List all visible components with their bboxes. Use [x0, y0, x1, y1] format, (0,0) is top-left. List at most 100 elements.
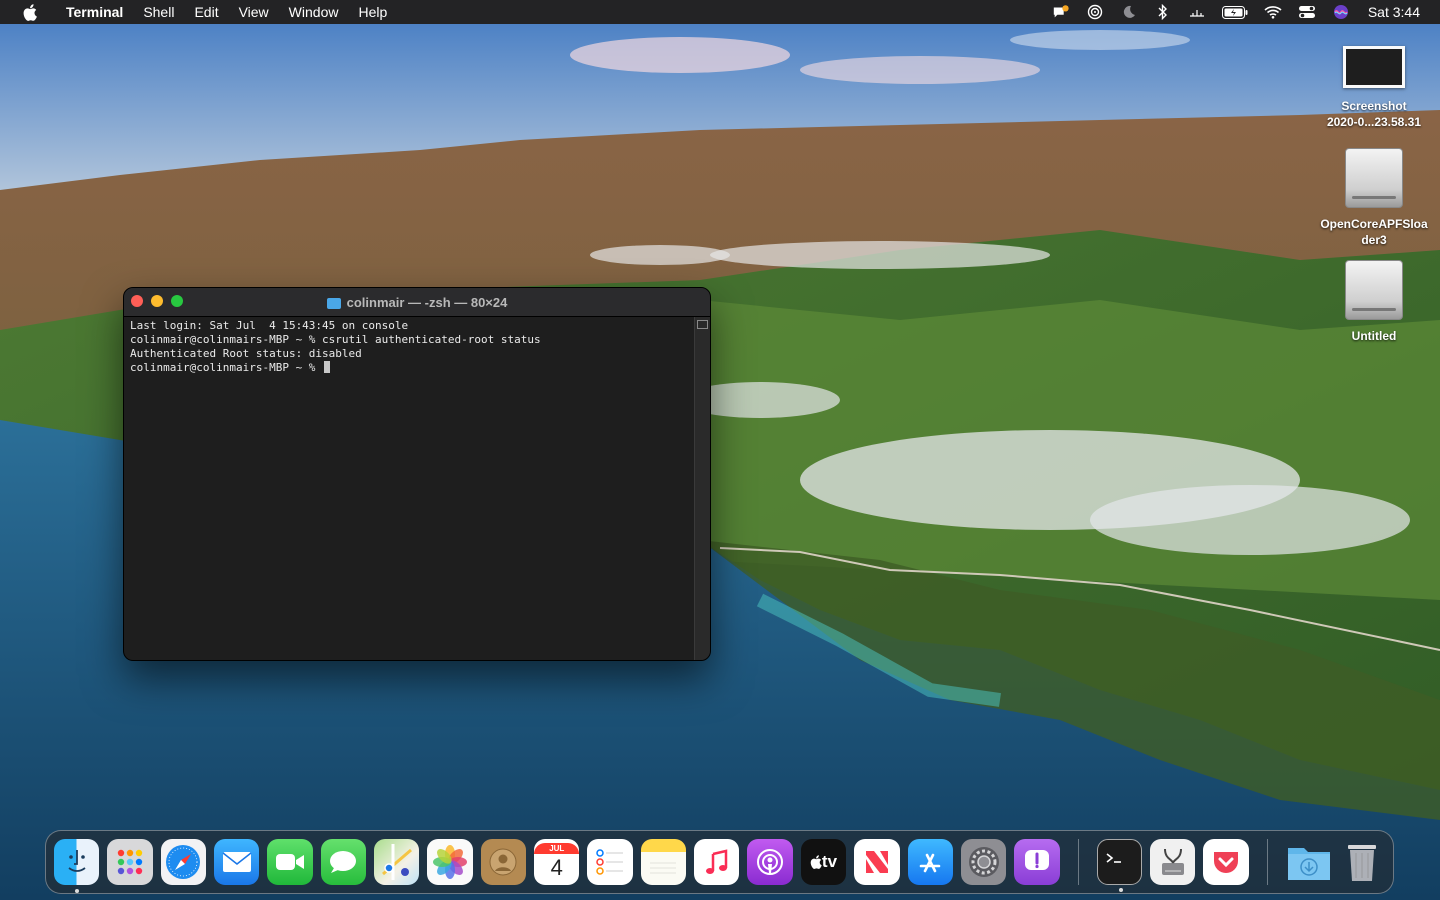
- dock-apple-tv[interactable]: tv: [800, 839, 847, 885]
- terminal-window: colinmair — -zsh — 80×24 Last login: Sat…: [123, 287, 711, 661]
- app-store-a-icon: [919, 853, 941, 873]
- news-icon: [865, 851, 888, 873]
- dock-pocket[interactable]: [1203, 839, 1249, 885]
- menu-bar: Terminal Shell Edit View Window Help Sat…: [0, 0, 1440, 24]
- dock-separator: [1266, 839, 1268, 885]
- battery-icon[interactable]: [1221, 4, 1248, 20]
- video-camera-icon: [276, 854, 305, 870]
- split-pane-icon[interactable]: [697, 320, 708, 329]
- terminal-prompt-icon: [1106, 853, 1122, 863]
- menu-window[interactable]: Window: [279, 0, 349, 24]
- menu-view[interactable]: View: [229, 0, 279, 24]
- dock-calendar[interactable]: JUL 4: [534, 839, 580, 885]
- gear-icon: [968, 847, 999, 877]
- siri-icon[interactable]: [1332, 4, 1350, 20]
- stethoscope-disk-icon: [1161, 848, 1184, 875]
- desktop-icon-label: der3: [1361, 233, 1387, 247]
- menu-app-name[interactable]: Terminal: [56, 0, 133, 24]
- dock-maps[interactable]: [374, 839, 420, 885]
- terminal-line: colinmair@colinmairs-MBP ~ %: [130, 361, 323, 374]
- screenshot-thumbnail-icon: [1343, 46, 1405, 88]
- podcast-icon: [757, 849, 784, 875]
- terminal-line: Last login: Sat Jul 4 15:43:45 on consol…: [130, 319, 409, 332]
- pocket-icon: [1213, 852, 1238, 873]
- dock-music[interactable]: [694, 839, 740, 885]
- desktop-icon-label: 2020-0...23.58.31: [1326, 115, 1422, 129]
- feedback-bubble-icon: [1024, 850, 1049, 870]
- dock-messages[interactable]: [320, 839, 367, 885]
- dock-news[interactable]: [854, 839, 900, 885]
- text-cursor: [324, 361, 331, 373]
- menu-help[interactable]: Help: [348, 0, 397, 24]
- control-strip-icon[interactable]: [1188, 4, 1206, 20]
- desktop-icon-untitled-disk[interactable]: Untitled: [1314, 260, 1434, 344]
- close-button[interactable]: [131, 295, 143, 307]
- tv-label: tv: [821, 852, 838, 871]
- calendar-day: 4: [550, 854, 563, 880]
- terminal-scrollbar[interactable]: [694, 317, 710, 660]
- desktop-icon-opencore-disk[interactable]: OpenCoreAPFSloa der3: [1314, 148, 1434, 248]
- finder-face-icon: [68, 850, 86, 872]
- dock-facetime[interactable]: [267, 839, 313, 885]
- terminal-prompt-row: colinmair@colinmairs-MBP ~ %: [130, 361, 689, 375]
- minimize-button[interactable]: [151, 295, 163, 307]
- dock-mail[interactable]: [214, 839, 260, 885]
- notes-lines-icon: [650, 862, 677, 874]
- dock-system-preferences[interactable]: [960, 839, 1007, 885]
- map-pin-icon: [381, 844, 412, 880]
- checklist-icon: [596, 849, 624, 875]
- menu-clock[interactable]: Sat 3:44: [1368, 4, 1420, 20]
- photos-flower-icon: [433, 845, 468, 879]
- desktop-icon-screenshot[interactable]: Screenshot 2020-0...23.58.31: [1314, 38, 1434, 130]
- zoom-button[interactable]: [171, 295, 183, 307]
- notification-icon[interactable]: [1052, 4, 1070, 20]
- dock-separator: [1077, 839, 1079, 885]
- dock-downloads-stack[interactable]: [1286, 839, 1332, 885]
- downloads-folder-icon: [1287, 848, 1330, 880]
- apple-logo-icon: [810, 855, 822, 869]
- desktop-icon-label: Screenshot: [1341, 99, 1407, 113]
- dock-terminal[interactable]: [1096, 839, 1142, 892]
- terminal-title: colinmair — -zsh — 80×24: [346, 294, 508, 310]
- dock-contacts[interactable]: [480, 839, 527, 885]
- dock-finder[interactable]: [54, 839, 100, 893]
- dock-launchpad[interactable]: [107, 839, 153, 885]
- dock: JUL 4 tv: [45, 830, 1394, 894]
- terminal-line: colinmair@colinmairs-MBP ~ % csrutil aut…: [130, 333, 541, 346]
- home-folder-icon: [326, 297, 341, 309]
- terminal-line: Authenticated Root status: disabled: [130, 347, 362, 360]
- dock-feedback-assistant[interactable]: [1014, 839, 1060, 885]
- terminal-output[interactable]: Last login: Sat Jul 4 15:43:45 on consol…: [124, 317, 695, 660]
- running-indicator: [75, 889, 79, 893]
- dock-safari[interactable]: [160, 839, 207, 885]
- dock-app-store[interactable]: [907, 839, 953, 885]
- chat-bubble-icon: [330, 851, 357, 873]
- menu-shell[interactable]: Shell: [133, 0, 184, 24]
- bluetooth-icon[interactable]: [1154, 4, 1172, 20]
- dock-trash[interactable]: [1340, 839, 1385, 885]
- envelope-icon: [222, 852, 252, 872]
- compass-icon: [166, 845, 201, 879]
- dock-podcasts[interactable]: [747, 839, 793, 885]
- disk-drive-icon: [1345, 260, 1403, 320]
- terminal-titlebar[interactable]: colinmair — -zsh — 80×24: [124, 288, 710, 317]
- contact-person-icon: [489, 848, 517, 876]
- music-note-icon: [705, 849, 728, 874]
- trash-can-icon: [1348, 845, 1377, 881]
- dock-disk-utility[interactable]: [1149, 839, 1196, 885]
- dock-photos[interactable]: [427, 839, 473, 885]
- launchpad-grid-icon: [117, 849, 143, 875]
- do-not-disturb-icon[interactable]: [1120, 4, 1138, 20]
- dock-reminders[interactable]: [587, 839, 633, 885]
- running-indicator: [1118, 888, 1123, 892]
- dock-notes[interactable]: [640, 839, 687, 885]
- airdrop-icon[interactable]: [1086, 4, 1104, 20]
- apple-menu-icon[interactable]: [20, 3, 40, 21]
- desktop-icon-label: OpenCoreAPFSloa: [1320, 217, 1428, 231]
- control-center-icon[interactable]: [1298, 4, 1316, 20]
- wifi-icon[interactable]: [1264, 4, 1282, 20]
- disk-drive-icon: [1345, 148, 1403, 208]
- desktop-icon-label: Untitled: [1351, 329, 1397, 343]
- menu-edit[interactable]: Edit: [184, 0, 228, 24]
- calendar-month: JUL: [534, 842, 580, 854]
